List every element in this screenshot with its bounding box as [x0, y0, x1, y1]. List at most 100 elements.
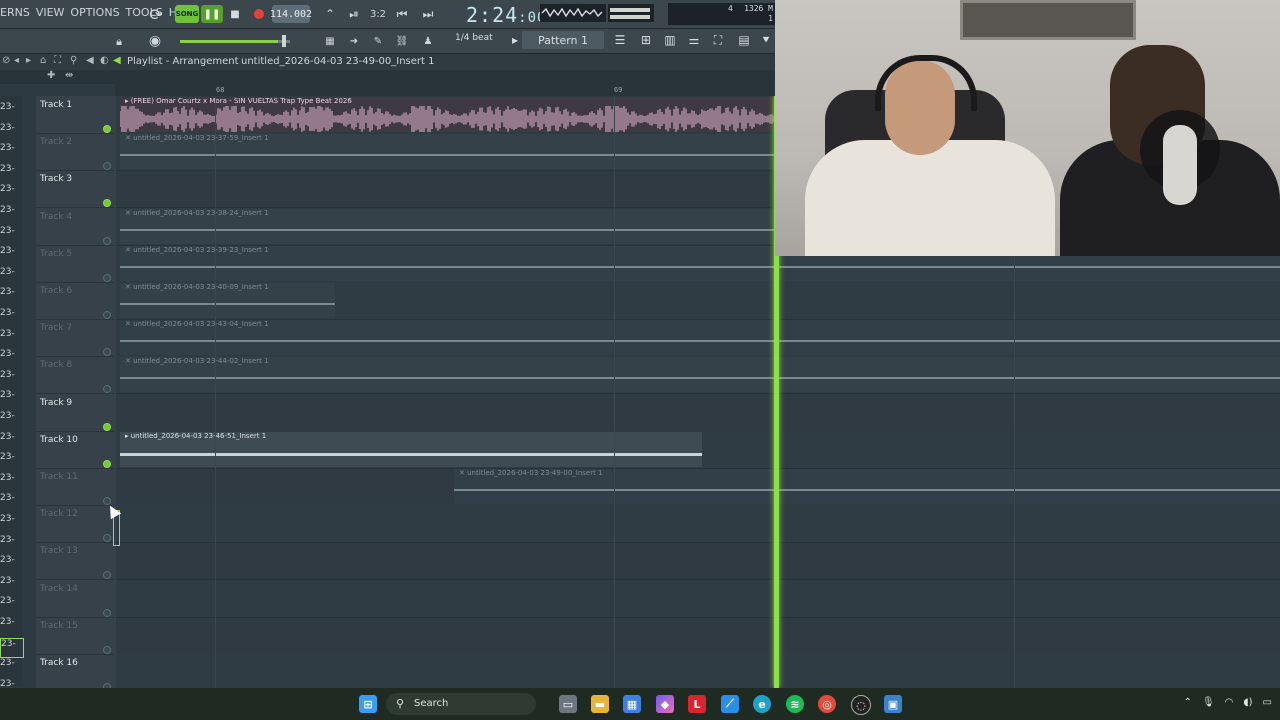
track-header[interactable]: Track 16 [36, 654, 114, 692]
merge-icon[interactable]: ⇹ [65, 70, 73, 81]
piano-roll-icon[interactable]: ▦ [320, 32, 340, 50]
track-header[interactable]: Track 7 [36, 319, 114, 358]
add-track-icon[interactable]: ✚ [47, 70, 55, 81]
blend-icon[interactable]: ⏭ [418, 5, 438, 23]
l-app-icon[interactable]: L [688, 695, 706, 713]
master-volume-slider[interactable] [180, 35, 290, 47]
track-header[interactable]: Track 12 [36, 505, 114, 544]
audio-clip[interactable]: ✕ untitled_2026-04-03 23-40-09_Insert 1 [120, 283, 335, 318]
track-mute-led[interactable] [103, 385, 111, 394]
menu-view[interactable]: VIEW [36, 6, 65, 22]
link-icon[interactable]: ⛓ [392, 32, 412, 50]
song-mode-button[interactable]: SONG [175, 5, 199, 23]
pattern-item[interactable]: 23- [0, 184, 22, 202]
audio-clip[interactable]: ✕ untitled_2026-04-03 23-43-04_Insert 1 [120, 320, 1280, 356]
stop-button[interactable]: ■ [225, 5, 245, 23]
track-header[interactable]: Track 9 [36, 394, 114, 432]
pattern-item[interactable]: 23- [0, 493, 22, 511]
pattern-item[interactable]: 23- [0, 411, 22, 429]
track-lane[interactable] [116, 654, 1280, 688]
code-icon[interactable]: ⟋ [721, 695, 739, 713]
track-mute-led[interactable] [103, 459, 111, 468]
step-back-icon[interactable]: ◂ [14, 55, 19, 66]
audio-clip[interactable]: ▸ (FREE) Omar Courtz x Mora - SIN VUELTA… [120, 97, 776, 132]
file-icon[interactable]: ▤ [734, 31, 754, 49]
wait-icon[interactable]: ⏯ [344, 5, 364, 23]
track-mute-led[interactable] [103, 497, 111, 505]
plugin-icon[interactable]: ⚌ [684, 31, 704, 49]
track-lane[interactable] [116, 579, 1280, 618]
track-header[interactable]: Track 3 [36, 170, 114, 209]
track-header[interactable]: Track 14 [36, 580, 114, 618]
track-lane[interactable] [116, 617, 1280, 655]
draw-icon[interactable]: ✎ [368, 32, 388, 50]
track-header[interactable]: Track 2 [36, 133, 114, 172]
track-header[interactable]: Track 15 [36, 617, 114, 655]
track-header[interactable]: Track 10 [36, 431, 114, 469]
track-mute-led[interactable] [103, 608, 111, 617]
refresh-icon[interactable]: ⟳ [145, 5, 167, 24]
track-header[interactable]: Track 6 [36, 282, 114, 320]
pattern-item[interactable]: 23- [0, 432, 22, 450]
track-lane[interactable] [116, 394, 1280, 432]
pattern-item[interactable]: 23- [0, 287, 22, 305]
track-mute-led[interactable] [103, 125, 111, 133]
pattern-item[interactable]: 23- [0, 349, 22, 367]
snap-selector[interactable]: 1/4 beat [455, 33, 493, 43]
pattern-selector[interactable]: Pattern 1 [522, 31, 604, 49]
copilot-icon[interactable]: ◆ [656, 695, 674, 713]
speaker-icon[interactable]: ◀ [86, 55, 94, 66]
play-selection-icon[interactable]: ◀ [113, 55, 121, 66]
mixer-icon[interactable]: ▥ [660, 31, 680, 49]
track-mute-led[interactable] [103, 534, 111, 543]
mic-icon[interactable]: 🎙︎ [1202, 697, 1215, 708]
loop-record-icon[interactable]: ⏮ [392, 5, 412, 23]
pattern-item[interactable]: 23- [0, 267, 22, 285]
chrome-icon[interactable]: ◎ [818, 695, 836, 713]
track-mute-led[interactable] [103, 571, 111, 580]
countdown-icon[interactable]: 3:2 [368, 5, 388, 23]
pattern-item[interactable]: 23- [0, 246, 22, 264]
pattern-item[interactable]: 23- [0, 226, 22, 244]
track-header[interactable]: Track 13 [36, 542, 114, 581]
track-header[interactable]: Track 8 [36, 356, 114, 395]
pattern-item[interactable]: 23- [0, 205, 22, 223]
folder-icon[interactable]: ▬ [591, 695, 609, 713]
edge-icon[interactable]: e [753, 695, 771, 713]
pattern-item[interactable]: 23- [0, 308, 22, 326]
spotify-icon[interactable]: ≋ [786, 695, 804, 713]
audio-clip[interactable]: ✕ untitled_2026-04-03 23-49-00_Insert 1 [454, 469, 1280, 504]
magnet-icon[interactable]: ⌂ [40, 55, 46, 66]
obs-icon[interactable]: ◌ [851, 695, 871, 715]
pattern-item[interactable]: 23- [0, 329, 22, 347]
wifi-icon[interactable]: ◠ [1225, 697, 1234, 708]
pattern-item[interactable]: 23- [0, 535, 22, 553]
volume-icon[interactable]: ◖) [1243, 697, 1252, 708]
track-mute-led[interactable] [103, 236, 111, 245]
pattern-item[interactable]: 23- [0, 370, 22, 388]
channel-rack-icon[interactable]: ⊞ [636, 31, 656, 49]
battery-icon[interactable]: ▭ [1263, 697, 1272, 708]
browser-icon[interactable]: ⛶ [708, 31, 728, 49]
step-forward-icon[interactable]: ▸ [26, 55, 31, 66]
track-mute-led[interactable] [103, 348, 111, 357]
chevron-up-icon[interactable]: ⌃ [1184, 697, 1192, 708]
track-lane[interactable] [116, 505, 1280, 544]
pattern-item[interactable]: 23- [0, 576, 22, 594]
menu-patterns[interactable]: ERNS [0, 6, 30, 22]
pattern-item[interactable]: 23- [0, 658, 22, 676]
pattern-item[interactable]: 23- [0, 637, 24, 658]
pattern-item[interactable]: 23- [0, 473, 22, 491]
track-header[interactable]: Track 5 [36, 245, 114, 283]
files-icon[interactable]: ▭ [559, 695, 577, 713]
pattern-item[interactable]: 23- [0, 555, 22, 573]
master-pitch-knob[interactable]: ◉ [145, 32, 165, 50]
audio-clip[interactable]: ✕ untitled_2026-04-03 23-44-02_Insert 1 [120, 357, 1280, 393]
windows-icon[interactable]: ⊞ [359, 695, 377, 713]
hint-icon[interactable]: ⯆ [756, 31, 776, 49]
arrow-icon[interactable]: ➜ [344, 32, 364, 50]
pattern-item[interactable]: 23- [0, 596, 22, 614]
stamp-icon[interactable]: ♟ [418, 32, 438, 50]
pattern-item[interactable]: 23- [0, 102, 22, 120]
pan-icon[interactable]: ◐ [100, 55, 109, 66]
